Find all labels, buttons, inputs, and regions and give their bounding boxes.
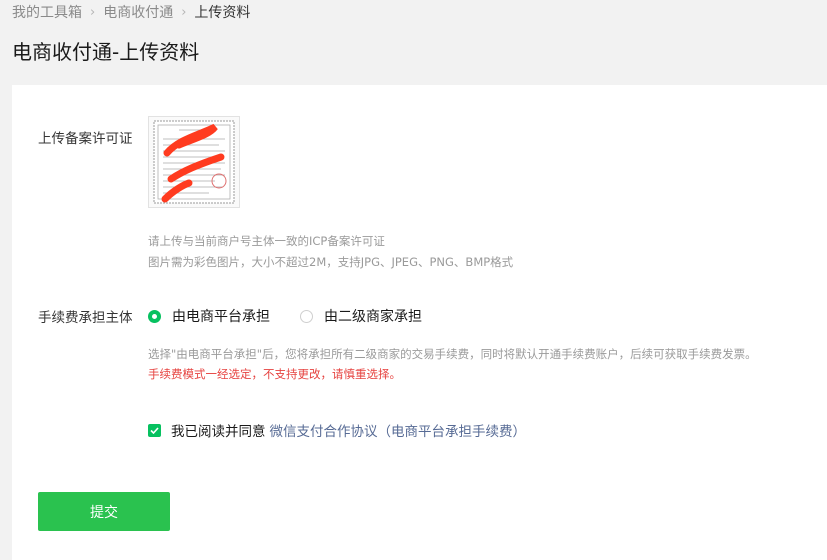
form-card: 上传备案许可证 请上传与当前商户号主体一致的ICP备案许可证 图片需为彩色图片，… — [12, 85, 827, 560]
submit-button[interactable]: 提交 — [38, 492, 170, 531]
radio-unchecked-icon — [300, 309, 313, 323]
page-title: 电商收付通-上传资料 — [12, 40, 200, 64]
breadcrumb-item-ecommerce[interactable]: 电商收付通 — [103, 2, 173, 22]
chevron-right-icon: › — [90, 4, 96, 20]
upload-hint-line1: 请上传与当前商户号主体一致的ICP备案许可证 — [148, 234, 385, 248]
breadcrumb-item-toolbox[interactable]: 我的工具箱 — [12, 2, 82, 22]
fee-hint: 选择"由电商平台承担"后，您将承担所有二级商家的交易手续费，同时将默认开通手续费… — [148, 347, 757, 361]
radio-checked-icon — [148, 309, 161, 323]
agreement-link[interactable]: 微信支付合作协议（电商平台承担手续费） — [270, 420, 527, 440]
radio-merchant-bears-fee[interactable]: 由二级商家承担 — [300, 306, 422, 326]
breadcrumb: 我的工具箱 › 电商收付通 › 上传资料 — [12, 2, 250, 22]
license-image-thumbnail[interactable] — [148, 116, 240, 208]
fee-warning: 手续费模式一经选定，不支持更改，请慎重选择。 — [148, 367, 401, 381]
radio-label: 由二级商家承担 — [324, 309, 422, 325]
fee-label: 手续费承担主体 — [38, 310, 133, 326]
agreement-checkbox[interactable] — [148, 423, 161, 437]
upload-hint-line2: 图片需为彩色图片，大小不超过2M，支持JPG、JPEG、PNG、BMP格式 — [148, 255, 514, 269]
radio-platform-bears-fee[interactable]: 由电商平台承担 — [148, 306, 270, 326]
upload-label: 上传备案许可证 — [38, 131, 133, 147]
radio-label: 由电商平台承担 — [172, 309, 270, 325]
checkmark-icon — [150, 426, 159, 434]
license-document-image — [153, 120, 235, 204]
agreement-text: 我已阅读并同意 — [171, 424, 266, 440]
breadcrumb-item-current: 上传资料 — [194, 5, 251, 21]
agreement-row: 我已阅读并同意 微信支付合作协议（电商平台承担手续费） — [148, 420, 526, 440]
chevron-right-icon: › — [181, 4, 187, 20]
